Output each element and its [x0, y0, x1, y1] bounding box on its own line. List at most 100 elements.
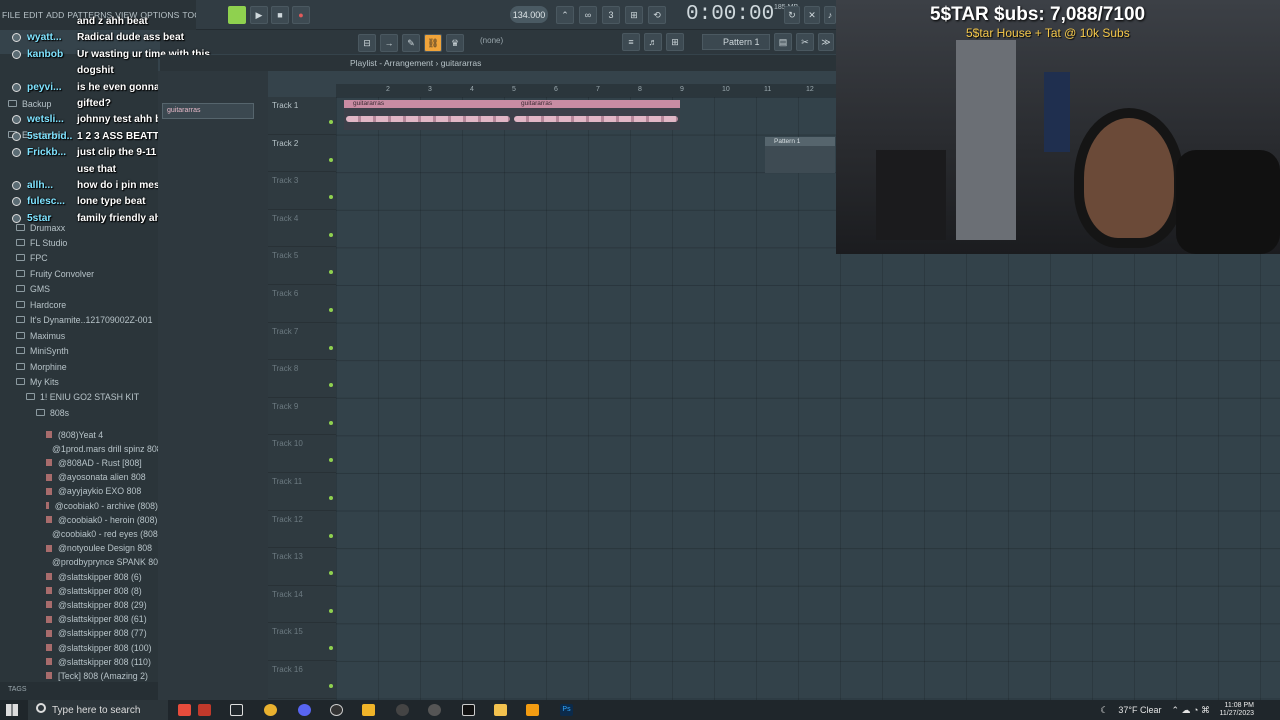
app-icon[interactable]: [428, 704, 441, 716]
track-header[interactable]: Track 2: [268, 135, 336, 173]
browser-file[interactable]: @coobiak0 - heroin (808): [0, 512, 158, 527]
browser-file[interactable]: @slattskipper 808 (29): [0, 597, 158, 612]
task-view-icon[interactable]: [230, 704, 243, 716]
track-enable-led[interactable]: [329, 308, 333, 312]
terminal-icon[interactable]: [462, 704, 475, 716]
obs-icon[interactable]: [330, 704, 343, 716]
channel-rack-icon[interactable]: ⊞: [666, 33, 684, 51]
blend-icon[interactable]: ⊞: [625, 6, 643, 24]
plugin-icon[interactable]: ▤: [774, 33, 792, 51]
chat-username[interactable]: peyvi...: [27, 82, 73, 93]
track-header[interactable]: Track 13: [268, 548, 336, 586]
chat-username[interactable]: fulesc...: [27, 196, 73, 207]
track-header[interactable]: Track 10: [268, 435, 336, 473]
track-header[interactable]: Track 5: [268, 247, 336, 285]
brush-icon[interactable]: ✂: [796, 33, 814, 51]
piano-roll-icon[interactable]: ♬: [644, 33, 662, 51]
browser-file[interactable]: @slattskipper 808 (8): [0, 583, 158, 598]
stack-icon[interactable]: [362, 704, 375, 716]
browser-item[interactable]: MiniSynth: [0, 343, 158, 358]
metronome-icon[interactable]: ⌃: [556, 6, 574, 24]
track-enable-led[interactable]: [329, 270, 333, 275]
pattern-song-toggle[interactable]: [228, 6, 246, 24]
track-header[interactable]: Track 1: [268, 97, 336, 135]
weather-text[interactable]: 37°F Clear: [1118, 705, 1161, 715]
taskbar-clock[interactable]: 11:08 PM 11/27/2023: [1219, 702, 1254, 718]
pattern-clip[interactable]: Pattern 1: [765, 137, 835, 173]
track-header[interactable]: Track 9: [268, 398, 336, 436]
track-enable-led[interactable]: [329, 420, 333, 425]
track-enable-led[interactable]: [329, 195, 333, 200]
chat-username[interactable]: wyatt...: [27, 32, 73, 43]
browser-item[interactable]: Fruity Convolver: [0, 266, 158, 281]
stamp-icon[interactable]: ♛: [446, 34, 464, 52]
photoshop-icon[interactable]: Ps: [560, 704, 573, 716]
gift-icon[interactable]: [198, 704, 211, 716]
track-header[interactable]: Track 15: [268, 623, 336, 661]
playlist-ruler[interactable]: 2 3 4 5 6 7 8 9 10 11 12: [336, 84, 836, 97]
track-enable-led[interactable]: [329, 157, 333, 162]
snap-icon[interactable]: ⊟: [358, 34, 376, 52]
track-header[interactable]: Track 7: [268, 323, 336, 361]
browser-file[interactable]: @prodbyprynce SPANK 808: [0, 555, 163, 570]
browser-file[interactable]: @notyoulee Design 808: [0, 541, 158, 556]
browser-item[interactable]: GMS: [0, 281, 158, 296]
track-header[interactable]: Track 11: [268, 473, 336, 511]
pattern-picker-item[interactable]: guitararras: [162, 103, 254, 119]
refresh-icon[interactable]: ↻: [784, 6, 800, 24]
browser-file[interactable]: @slattskipper 808 (77): [0, 626, 158, 641]
browser-item[interactable]: 1! ENIU GO2 STASH KIT: [0, 389, 158, 404]
pencil-icon[interactable]: ✎: [402, 34, 420, 52]
chat-username[interactable]: 5star: [27, 213, 73, 224]
browser-file[interactable]: @coobiak0 - red eyes (808): [0, 526, 161, 541]
track-header[interactable]: Track 6: [268, 285, 336, 323]
mixer-icon[interactable]: ≡: [622, 33, 640, 51]
browser-file[interactable]: @ayosonata alien 808: [0, 470, 158, 485]
track-header[interactable]: Track 16: [268, 661, 336, 699]
track-enable-led[interactable]: [329, 646, 333, 651]
browser-file[interactable]: @slattskipper 808 (110): [0, 654, 158, 669]
track-enable-led[interactable]: [329, 496, 333, 500]
mic-icon[interactable]: ♪: [824, 6, 836, 24]
browser-item[interactable]: Hardcore: [0, 297, 158, 312]
browser-item[interactable]: My Kits: [0, 374, 158, 389]
wait-icon[interactable]: ∞: [579, 6, 597, 24]
track-enable-led[interactable]: [329, 383, 333, 388]
media-player-icon[interactable]: [396, 704, 409, 716]
browser-file[interactable]: @slattskipper 808 (6): [0, 569, 158, 584]
chat-username[interactable]: wetsli...: [27, 114, 73, 125]
browser-file[interactable]: @coobiak0 - archive (808): [0, 498, 158, 513]
close-icon[interactable]: ✕: [804, 6, 820, 24]
loop-icon[interactable]: ⟲: [648, 6, 666, 24]
audio-clip[interactable]: guitararras: [344, 100, 512, 130]
browser-file[interactable]: @slattskipper 808 (61): [0, 612, 158, 627]
countdown-icon[interactable]: 3: [602, 6, 620, 24]
chat-username[interactable]: allh...: [27, 180, 73, 191]
browser-file[interactable]: (808)Yeat 4: [0, 427, 158, 442]
taskbar-search[interactable]: Type here to search: [28, 700, 168, 720]
chrome-icon[interactable]: [264, 704, 277, 716]
track-enable-led[interactable]: [329, 608, 333, 613]
discord-icon[interactable]: [298, 704, 311, 716]
track-enable-led[interactable]: [329, 571, 333, 576]
track-enable-led[interactable]: [329, 458, 333, 463]
chat-username[interactable]: kanbob: [27, 49, 73, 60]
chat-username[interactable]: Frickb...: [27, 147, 73, 158]
browser-item[interactable]: FPC: [0, 250, 158, 265]
play-button[interactable]: ▶: [250, 6, 268, 24]
browser-file[interactable]: @ayyjaykio EXO 808: [0, 484, 158, 499]
track-enable-led[interactable]: [329, 120, 333, 124]
track-enable-led[interactable]: [329, 345, 333, 350]
fl-studio-icon[interactable]: [526, 704, 539, 716]
record-button[interactable]: ●: [292, 6, 310, 24]
chat-username[interactable]: 5starbid...: [27, 131, 73, 142]
browser-item[interactable]: Maximus: [0, 328, 158, 343]
track-header[interactable]: Track 8: [268, 360, 336, 398]
none-select[interactable]: (none): [480, 36, 503, 45]
link-icon[interactable]: ⛓: [424, 34, 442, 52]
start-icon[interactable]: [6, 704, 18, 716]
stop-button[interactable]: ■: [271, 6, 289, 24]
track-enable-led[interactable]: [329, 684, 333, 688]
browser-item[interactable]: It's Dynamite..121709002Z-001: [0, 312, 158, 327]
tray-icons[interactable]: ⌃ ☁ ◔ ⌘: [1172, 705, 1210, 716]
